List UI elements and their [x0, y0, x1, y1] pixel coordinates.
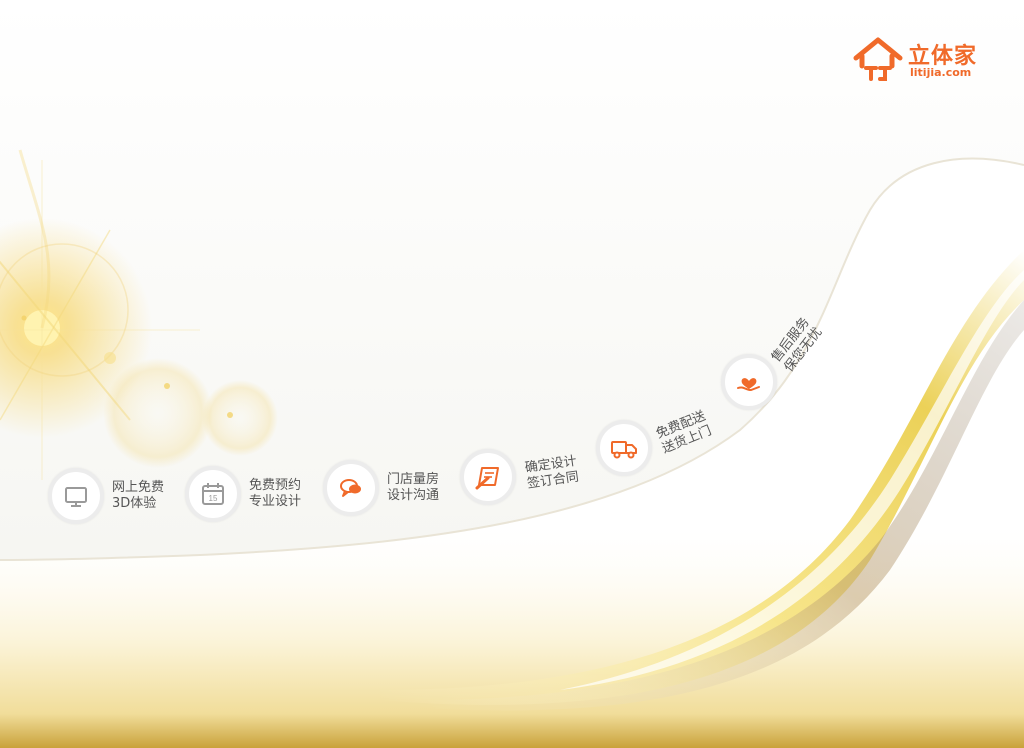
- delivery-truck-icon: [611, 441, 637, 459]
- step-label: 门店量房 设计沟通: [387, 472, 439, 504]
- step-label-line2: 设计沟通: [387, 488, 440, 503]
- step-icon-ring: 15: [185, 466, 241, 522]
- background-art: [0, 0, 1024, 748]
- step-icon-ring: [48, 468, 104, 524]
- monitor-icon: [65, 487, 87, 507]
- brand-domain: litijia.com: [910, 66, 972, 79]
- step-label: 网上免费 3D体验: [112, 480, 164, 512]
- step-label-line1: 网上免费: [112, 480, 165, 495]
- calendar-day: 15: [209, 494, 218, 503]
- step-icon-ring: [596, 420, 652, 476]
- step-icon-ring: [721, 354, 777, 410]
- house-logo-icon: [853, 37, 903, 81]
- step-label-line1: 门店量房: [387, 472, 440, 487]
- step-icon-ring: [460, 449, 516, 505]
- heart-hand-icon: [737, 378, 760, 392]
- step-label: 免费预约 专业设计: [249, 478, 301, 510]
- calendar-icon: 15: [202, 483, 224, 505]
- step-label-line1: 免费预约: [249, 478, 302, 493]
- brand-logo[interactable]: 立体家 litijia.com: [852, 36, 992, 86]
- contract-pen-icon: [475, 467, 499, 490]
- step-label-line2: 3D体验: [112, 496, 157, 511]
- brochure-page: 立体家 litijia.com 网上免费 3D体验 15 免费预约 专业设计 门…: [0, 0, 1024, 748]
- step-icon-ring: [323, 460, 379, 516]
- step-label-line2: 专业设计: [249, 494, 302, 509]
- chat-bubbles-icon: [340, 479, 361, 497]
